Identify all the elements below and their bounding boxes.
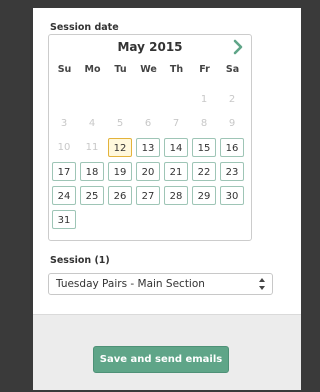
calendar-day: 2 xyxy=(228,94,236,105)
weekday-label: Fr xyxy=(199,64,210,75)
calendar-day[interactable]: 14 xyxy=(164,138,188,157)
date-picker: May 2015 Su Mo Tu We Th Fr Sa 1 2 3 4 5 6 7 8 9 10 11 12 1… xyxy=(48,34,252,241)
weekday-label: Su xyxy=(57,64,72,75)
calendar-day[interactable]: 31 xyxy=(52,210,76,229)
session-label: Session (1) xyxy=(50,255,110,266)
calendar-day[interactable]: 20 xyxy=(136,162,160,181)
calendar-day: 7 xyxy=(172,118,180,129)
calendar-day[interactable]: 24 xyxy=(52,186,76,205)
calendar-day: 1 xyxy=(200,94,208,105)
calendar-day[interactable]: 23 xyxy=(220,162,244,181)
calendar-header: May 2015 xyxy=(49,35,251,59)
calendar-day[interactable]: 15 xyxy=(192,138,216,157)
calendar-day[interactable]: 29 xyxy=(192,186,216,205)
month-title: May 2015 xyxy=(117,40,183,54)
session-select-value: Tuesday Pairs - Main Section xyxy=(56,278,205,290)
calendar-day[interactable]: 21 xyxy=(164,162,188,181)
calendar-day-selected[interactable]: 12 xyxy=(108,138,132,157)
calendar-day: 9 xyxy=(228,118,236,129)
weekday-label: Tu xyxy=(114,64,127,75)
calendar-day[interactable]: 30 xyxy=(220,186,244,205)
session-select[interactable]: Tuesday Pairs - Main Section xyxy=(48,273,273,295)
calendar-day[interactable]: 19 xyxy=(108,162,132,181)
calendar-day: 4 xyxy=(88,118,96,129)
weekday-label: Th xyxy=(169,64,184,75)
weekday-label: Sa xyxy=(225,64,240,75)
calendar-day[interactable]: 28 xyxy=(164,186,188,205)
form-footer: Save and send emails xyxy=(33,314,301,390)
session-form-panel: Session date May 2015 Su Mo Tu We Th Fr Sa 123… xyxy=(33,8,301,390)
calendar-day[interactable]: 18 xyxy=(80,162,104,181)
next-month-button[interactable] xyxy=(229,38,247,56)
calendar-day: 11 xyxy=(85,142,99,153)
save-and-send-button[interactable]: Save and send emails xyxy=(93,346,229,373)
calendar-day[interactable]: 27 xyxy=(136,186,160,205)
calendar-day: 6 xyxy=(144,118,152,129)
calendar-day: 8 xyxy=(200,118,208,129)
calendar-day: 3 xyxy=(60,118,68,129)
calendar-day[interactable]: 25 xyxy=(80,186,104,205)
chevron-right-icon xyxy=(233,39,243,55)
session-date-label: Session date xyxy=(50,22,119,33)
weekday-label: We xyxy=(140,64,157,75)
calendar-day[interactable]: 17 xyxy=(52,162,76,181)
calendar-day: 10 xyxy=(57,142,71,153)
calendar-day: 5 xyxy=(116,118,124,129)
weekday-label: Mo xyxy=(84,64,101,75)
calendar-day[interactable]: 13 xyxy=(136,138,160,157)
calendar-day[interactable]: 26 xyxy=(108,186,132,205)
calendar-day[interactable]: 22 xyxy=(192,162,216,181)
select-arrows-icon xyxy=(259,278,265,290)
calendar-day[interactable]: 16 xyxy=(220,138,244,157)
